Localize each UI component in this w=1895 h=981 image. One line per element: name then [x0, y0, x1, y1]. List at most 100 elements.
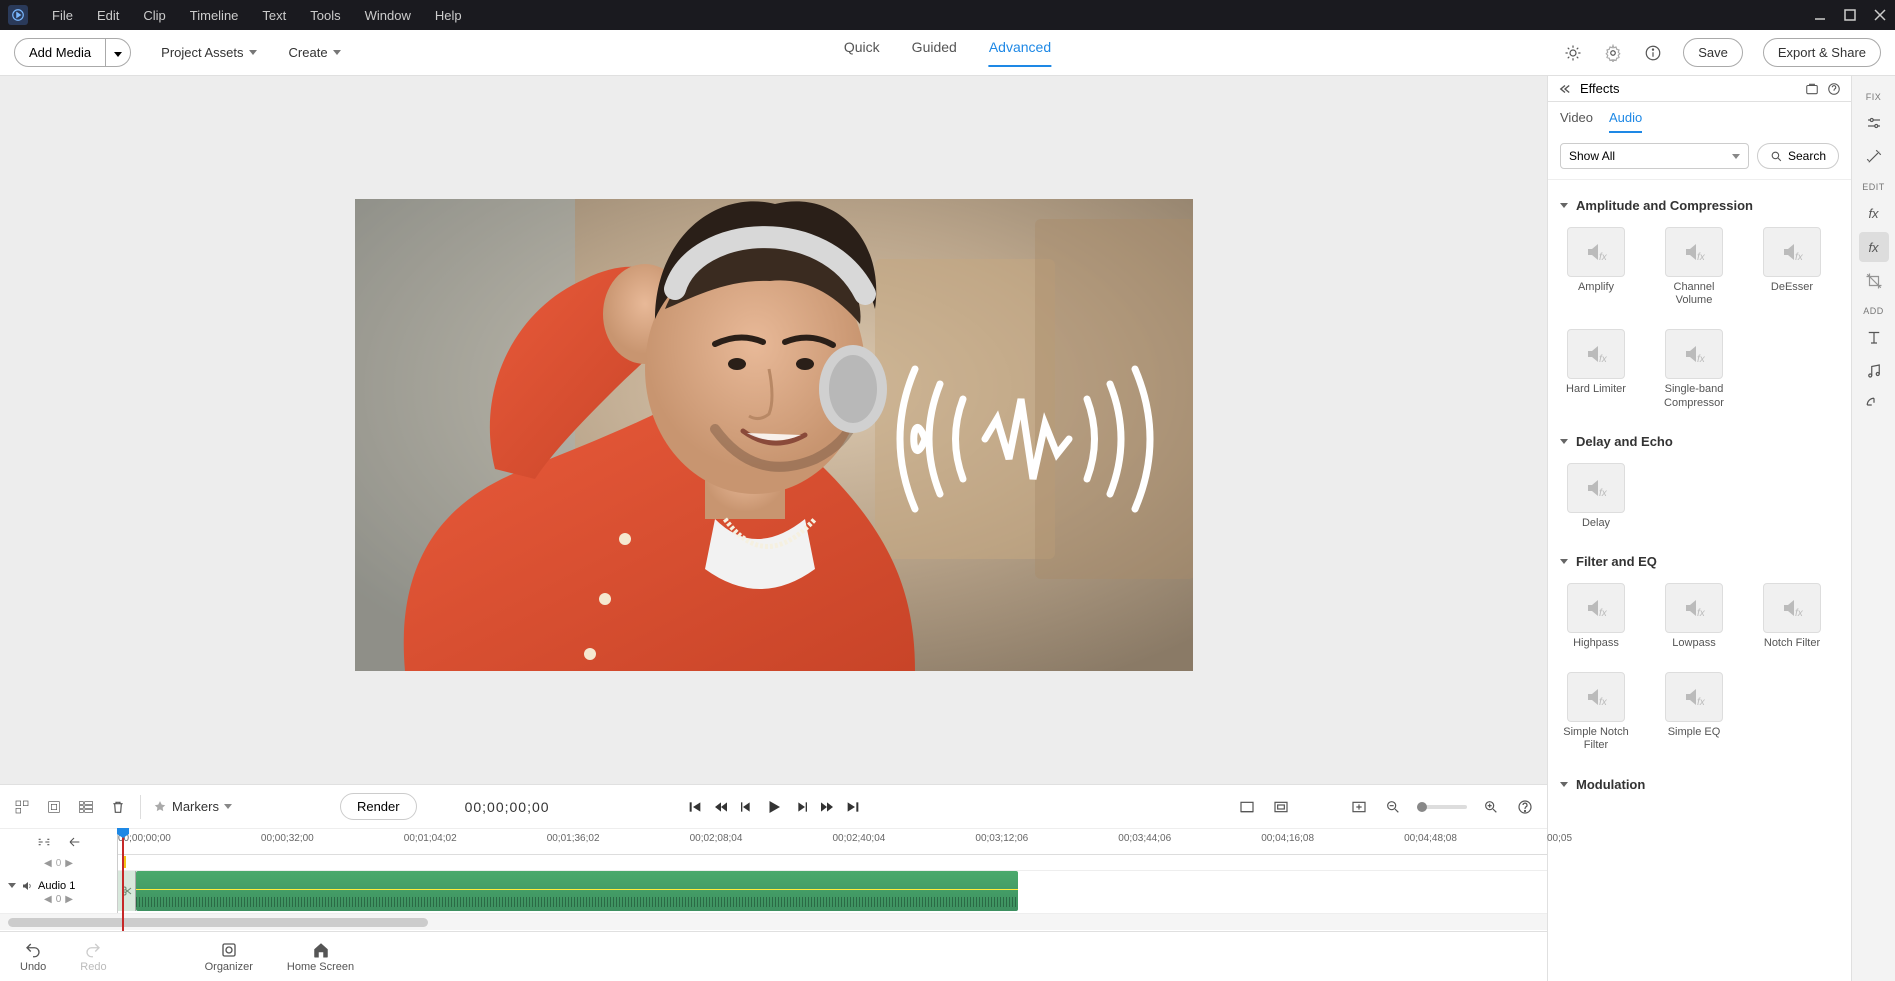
goto-start-icon[interactable] — [687, 799, 703, 815]
menu-timeline[interactable]: Timeline — [178, 8, 251, 23]
svg-text:fx: fx — [1697, 252, 1706, 263]
svg-text:fx: fx — [1697, 608, 1706, 619]
menu-file[interactable]: File — [40, 8, 85, 23]
fx-effect-item[interactable]: fxDelay — [1560, 463, 1632, 530]
fx-category-header[interactable]: Filter and EQ — [1560, 548, 1839, 575]
fx-search-button[interactable]: Search — [1757, 143, 1839, 169]
maximize-button[interactable] — [1835, 0, 1865, 30]
render-button[interactable]: Render — [340, 793, 417, 820]
undo-button[interactable]: Undo — [20, 941, 46, 973]
adjustments-icon[interactable] — [1859, 108, 1889, 138]
fx-category-header[interactable]: Amplitude and Compression — [1560, 192, 1839, 219]
svg-text:fx: fx — [1599, 354, 1608, 365]
playback-controls — [687, 798, 861, 816]
graphics-icon[interactable] — [1859, 390, 1889, 420]
fx-effect-item[interactable]: fxChannel Volume — [1658, 227, 1730, 307]
fx-filter-select[interactable]: Show All — [1560, 143, 1749, 169]
menu-clip[interactable]: Clip — [131, 8, 177, 23]
track-prev-icon[interactable]: ◀ — [44, 858, 52, 869]
export-share-button[interactable]: Export & Share — [1763, 38, 1881, 67]
menu-window[interactable]: Window — [353, 8, 423, 23]
zoom-out-icon[interactable] — [1383, 797, 1403, 817]
bottom-bar: Undo Redo Organizer Home Screen — [0, 931, 1547, 981]
panel-help-icon[interactable] — [1827, 82, 1841, 96]
fx-effect-item[interactable]: fxSingle-band Compressor — [1658, 329, 1730, 409]
zoom-in-icon[interactable] — [1481, 797, 1501, 817]
collapse-panel-icon[interactable] — [1558, 84, 1572, 94]
tab-quick[interactable]: Quick — [844, 39, 880, 67]
markers-button[interactable]: Markers — [153, 799, 232, 814]
fit-icon[interactable] — [1349, 797, 1369, 817]
tab-guided[interactable]: Guided — [912, 39, 957, 67]
step-forward-icon[interactable] — [793, 799, 809, 815]
fx-effect-item[interactable]: fxNotch Filter — [1756, 583, 1828, 650]
clip-scissors-icon[interactable] — [118, 871, 136, 911]
rewind-icon[interactable] — [713, 799, 729, 815]
delete-icon[interactable] — [108, 797, 128, 817]
play-icon[interactable] — [765, 798, 783, 816]
audio-clip[interactable] — [136, 871, 1018, 911]
info-icon[interactable] — [1643, 43, 1663, 63]
step-back-icon[interactable] — [739, 799, 755, 815]
ruler-tick: 00;02;40;04 — [833, 833, 886, 844]
fx-text-icon[interactable]: fx — [1859, 198, 1889, 228]
music-icon[interactable] — [1859, 356, 1889, 386]
menu-edit[interactable]: Edit — [85, 8, 131, 23]
add-media-button[interactable]: Add Media — [14, 38, 131, 67]
add-media-dropdown[interactable] — [106, 39, 130, 66]
fast-forward-icon[interactable] — [819, 799, 835, 815]
save-button[interactable]: Save — [1683, 38, 1743, 67]
close-button[interactable] — [1865, 0, 1895, 30]
magic-wand-icon[interactable] — [1859, 142, 1889, 172]
fx-effect-item[interactable]: fxAmplify — [1560, 227, 1632, 307]
safe-margins-icon[interactable] — [1271, 797, 1291, 817]
svg-text:fx: fx — [1697, 354, 1706, 365]
panel-reset-icon[interactable] — [1805, 82, 1819, 96]
fullscreen-icon[interactable] — [1237, 797, 1257, 817]
menu-help[interactable]: Help — [423, 8, 474, 23]
menu-tools[interactable]: Tools — [298, 8, 352, 23]
home-screen-button[interactable]: Home Screen — [287, 941, 354, 973]
track-tool-icon[interactable] — [63, 831, 85, 853]
track-prev2-icon[interactable]: ◀ — [44, 894, 52, 905]
timeline-tool-2[interactable] — [44, 797, 64, 817]
zoom-slider[interactable] — [1417, 805, 1467, 809]
track-next-icon[interactable]: ▶ — [65, 858, 73, 869]
ruler-tick: 00;01;36;02 — [547, 833, 600, 844]
timeline-tool-1[interactable] — [12, 797, 32, 817]
speaker-icon[interactable] — [21, 880, 33, 892]
mode-tabs: Quick Guided Advanced — [844, 39, 1051, 67]
fx-effect-item[interactable]: fxHighpass — [1560, 583, 1632, 650]
fx-effect-item[interactable]: fxSimple EQ — [1658, 672, 1730, 752]
menu-text[interactable]: Text — [250, 8, 298, 23]
brightness-icon[interactable] — [1563, 43, 1583, 63]
crop-icon[interactable] — [1859, 266, 1889, 296]
minimize-button[interactable] — [1805, 0, 1835, 30]
playhead[interactable] — [122, 829, 124, 931]
fx-effect-item[interactable]: fxLowpass — [1658, 583, 1730, 650]
fx-tab-audio[interactable]: Audio — [1609, 110, 1642, 133]
fx-category-header[interactable]: Delay and Echo — [1560, 428, 1839, 455]
goto-end-icon[interactable] — [845, 799, 861, 815]
right-rail: FIX EDIT fx fx ADD — [1851, 76, 1895, 981]
fx-effect-item[interactable]: fxSimple Notch Filter — [1560, 672, 1632, 752]
timeline-scrollbar[interactable] — [0, 913, 1547, 930]
organizer-button[interactable]: Organizer — [205, 941, 253, 973]
fx-effect-item[interactable]: fxHard Limiter — [1560, 329, 1632, 409]
settings-icon[interactable] — [1603, 43, 1623, 63]
selection-tool-icon[interactable] — [33, 831, 55, 853]
project-assets-button[interactable]: Project Assets — [149, 39, 268, 66]
track-next2-icon[interactable]: ▶ — [65, 894, 73, 905]
fx-tab-video[interactable]: Video — [1560, 110, 1593, 133]
create-button[interactable]: Create — [277, 39, 353, 66]
ruler-tick: 00;01;04;02 — [404, 833, 457, 844]
tab-advanced[interactable]: Advanced — [989, 39, 1051, 67]
fx-star-icon[interactable]: fx — [1859, 232, 1889, 262]
fx-effect-item[interactable]: fxDeEsser — [1756, 227, 1828, 307]
text-tool-icon[interactable] — [1859, 322, 1889, 352]
timeline-tool-3[interactable] — [76, 797, 96, 817]
track-collapse-icon[interactable] — [8, 883, 16, 888]
fx-category-header[interactable]: Modulation — [1560, 771, 1839, 798]
rail-section-edit: EDIT — [1862, 182, 1885, 192]
timeline-help-icon[interactable] — [1515, 797, 1535, 817]
